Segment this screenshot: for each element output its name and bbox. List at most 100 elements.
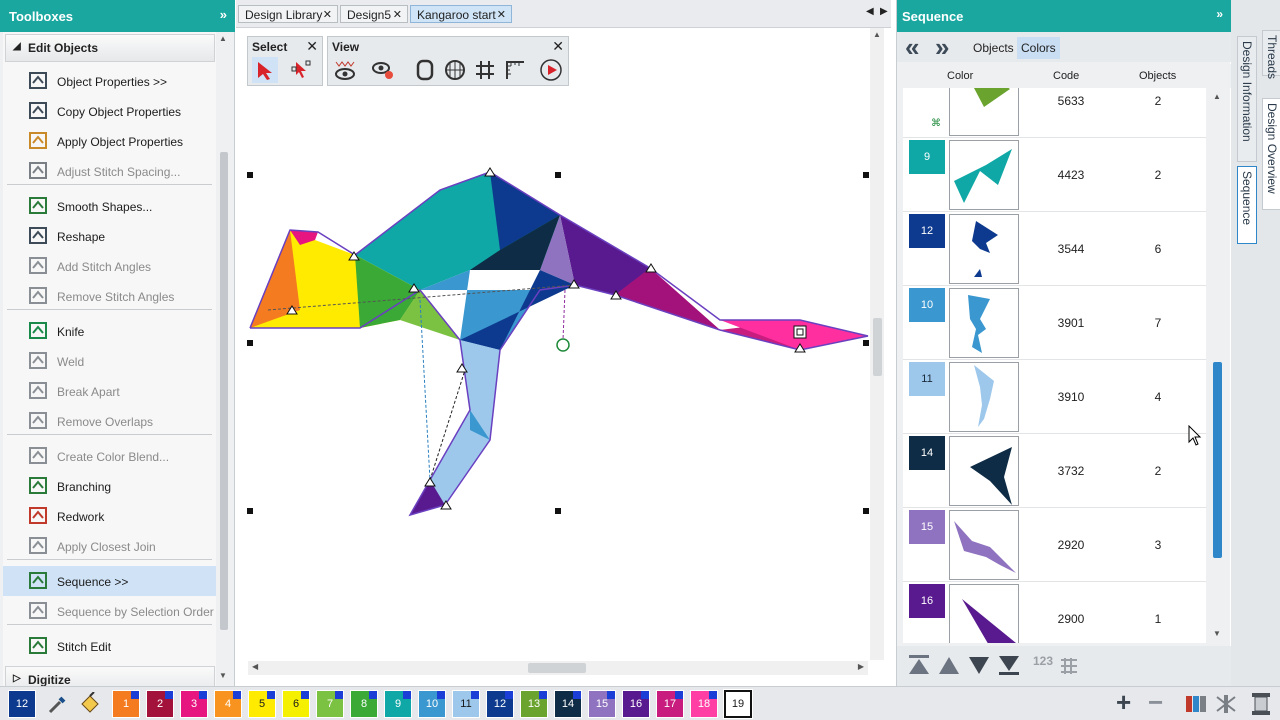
color-swatch[interactable]: 11 xyxy=(909,362,945,396)
close-icon[interactable]: ✕ xyxy=(323,8,332,21)
view-settings-icon[interactable] xyxy=(370,57,396,83)
sequence-row[interactable]: 10 3901 7 xyxy=(903,286,1206,360)
tool-remove-stitch-angles[interactable]: Remove Stitch Angles xyxy=(3,281,216,311)
canvas-hscrollbar[interactable]: ◀ ▶ xyxy=(248,661,868,675)
color-swatch[interactable]: 12 xyxy=(909,214,945,248)
palette-color-5[interactable]: 5 xyxy=(248,690,276,718)
move-down-icon[interactable] xyxy=(967,654,991,679)
tool-adjust-stitch-spacing[interactable]: Adjust Stitch Spacing... xyxy=(3,156,216,186)
sequence-row[interactable]: 12 3544 6 xyxy=(903,212,1206,286)
object-thumbnail[interactable] xyxy=(949,436,1019,506)
sequence-grid-icon[interactable] xyxy=(1059,656,1081,679)
tool-remove-overlaps[interactable]: Remove Overlaps xyxy=(3,406,216,436)
object-thumbnail[interactable] xyxy=(949,288,1019,358)
side-tab-sequence[interactable]: Sequence xyxy=(1237,166,1257,244)
sequence-row[interactable]: 9 4423 2 xyxy=(903,138,1206,212)
pin-icon[interactable]: » xyxy=(220,7,227,22)
tool-apply-object-properties[interactable]: Apply Object Properties xyxy=(3,126,216,156)
tool-smooth-shapes[interactable]: Smooth Shapes... xyxy=(3,191,216,221)
thread-chart-icon[interactable] xyxy=(1184,693,1208,718)
palette-color-8[interactable]: 8 xyxy=(350,690,378,718)
move-next-icon[interactable]: » xyxy=(935,34,959,60)
move-first-icon[interactable]: « xyxy=(905,34,929,60)
sequence-row[interactable]: 16 2900 1 xyxy=(903,582,1206,643)
select-points-icon[interactable] xyxy=(288,57,314,83)
canvas-vscrollbar[interactable]: ▲ xyxy=(870,28,884,660)
color-wheel-icon[interactable] xyxy=(1214,693,1238,718)
close-icon[interactable]: ✕ xyxy=(552,38,564,55)
tab-design5[interactable]: Design5 ✕ xyxy=(340,5,408,23)
sequence-row[interactable]: 11 3910 4 xyxy=(903,360,1206,434)
side-tab-threads[interactable]: Threads xyxy=(1262,30,1280,79)
section-edit-objects[interactable]: ◢ Edit Objects xyxy=(5,34,215,62)
palette-color-1[interactable]: 1 xyxy=(112,690,140,718)
palette-color-2[interactable]: 2 xyxy=(146,690,174,718)
side-tab-design-overview[interactable]: Design Overview xyxy=(1262,98,1280,210)
color-swatch[interactable]: 15 xyxy=(909,510,945,544)
object-thumbnail[interactable] xyxy=(949,510,1019,580)
palette-color-10[interactable]: 10 xyxy=(418,690,446,718)
seg-colors[interactable]: Colors xyxy=(1017,37,1060,59)
object-thumbnail[interactable] xyxy=(949,140,1019,210)
play-icon[interactable] xyxy=(538,57,564,83)
object-thumbnail[interactable] xyxy=(949,214,1019,284)
canvas-vscroll-thumb[interactable] xyxy=(873,318,882,376)
select-arrow-icon[interactable] xyxy=(252,57,278,83)
move-top-icon[interactable] xyxy=(907,654,931,679)
tool-branching[interactable]: Branching xyxy=(3,471,216,501)
palette-color-11[interactable]: 11 xyxy=(452,690,480,718)
tool-apply-closest-join[interactable]: Apply Closest Join xyxy=(3,531,216,561)
palette-color-3[interactable]: 3 xyxy=(180,690,208,718)
remove-color-icon[interactable]: − xyxy=(1148,689,1163,715)
side-tab-design-information[interactable]: Design Information xyxy=(1237,36,1257,162)
sequence-scrollbar[interactable]: ▲ ▼ xyxy=(1210,90,1224,640)
tool-sequence[interactable]: Sequence >> xyxy=(3,566,216,596)
tab-scroll-left-icon[interactable]: ◀ xyxy=(866,6,874,17)
toolbox-scrollbar[interactable]: ▲ ▼ xyxy=(217,32,231,686)
tool-add-stitch-angles[interactable]: Add Stitch Angles xyxy=(3,251,216,281)
move-bottom-icon[interactable] xyxy=(997,654,1021,679)
thread-spool-icon[interactable] xyxy=(1250,691,1272,720)
palette-color-16[interactable]: 16 xyxy=(622,690,650,718)
toolbox-scroll-thumb[interactable] xyxy=(220,152,228,630)
sequence-row[interactable]: 14 3732 2 xyxy=(903,434,1206,508)
tab-scroll-right-icon[interactable]: ▶ xyxy=(880,6,888,17)
tool-break-apart[interactable]: Break Apart xyxy=(3,376,216,406)
tool-knife[interactable]: Knife xyxy=(3,316,216,346)
canvas-hscroll-thumb[interactable] xyxy=(528,663,586,673)
rulers-icon[interactable] xyxy=(502,57,528,83)
tab-design-library[interactable]: Design Library ✕ xyxy=(238,5,338,23)
palette-color-17[interactable]: 17 xyxy=(656,690,684,718)
eyedropper-icon[interactable] xyxy=(46,692,70,719)
palette-color-9[interactable]: 9 xyxy=(384,690,412,718)
palette-color-19[interactable]: 19 xyxy=(723,689,753,719)
show-stitches-icon[interactable] xyxy=(332,57,358,83)
object-thumbnail[interactable] xyxy=(949,362,1019,432)
palette-color-4[interactable]: 4 xyxy=(214,690,242,718)
close-icon[interactable]: ✕ xyxy=(497,8,506,21)
color-swatch[interactable]: 10 xyxy=(909,288,945,322)
palette-color-12[interactable]: 12 xyxy=(8,690,36,718)
design-canvas[interactable] xyxy=(240,28,870,660)
seg-objects[interactable]: Objects xyxy=(969,37,1018,59)
palette-color-14[interactable]: 14 xyxy=(554,690,582,718)
tool-weld[interactable]: Weld xyxy=(3,346,216,376)
move-up-icon[interactable] xyxy=(937,654,961,679)
show-grid-icon[interactable] xyxy=(442,57,468,83)
palette-color-18[interactable]: 18 xyxy=(690,690,718,718)
grid-icon[interactable] xyxy=(472,57,498,83)
tool-reshape[interactable]: Reshape xyxy=(3,221,216,251)
tool-redwork[interactable]: Redwork xyxy=(3,501,216,531)
section-digitize[interactable]: ▷ Digitize xyxy=(5,666,215,686)
palette-color-12[interactable]: 12 xyxy=(486,690,514,718)
sequence-scroll-thumb[interactable] xyxy=(1213,362,1222,558)
palette-color-6[interactable]: 6 xyxy=(282,690,310,718)
palette-color-7[interactable]: 7 xyxy=(316,690,344,718)
tab-kangaroo-start[interactable]: Kangaroo start ✕ xyxy=(410,5,512,23)
add-color-icon[interactable]: + xyxy=(1116,689,1131,715)
fill-color-icon[interactable] xyxy=(78,691,102,719)
tool-create-color-blend[interactable]: Create Color Blend... xyxy=(3,441,216,471)
show-outline-icon[interactable] xyxy=(412,57,438,83)
tool-object-properties[interactable]: Object Properties >> xyxy=(3,66,216,96)
color-swatch[interactable]: 14 xyxy=(909,436,945,470)
